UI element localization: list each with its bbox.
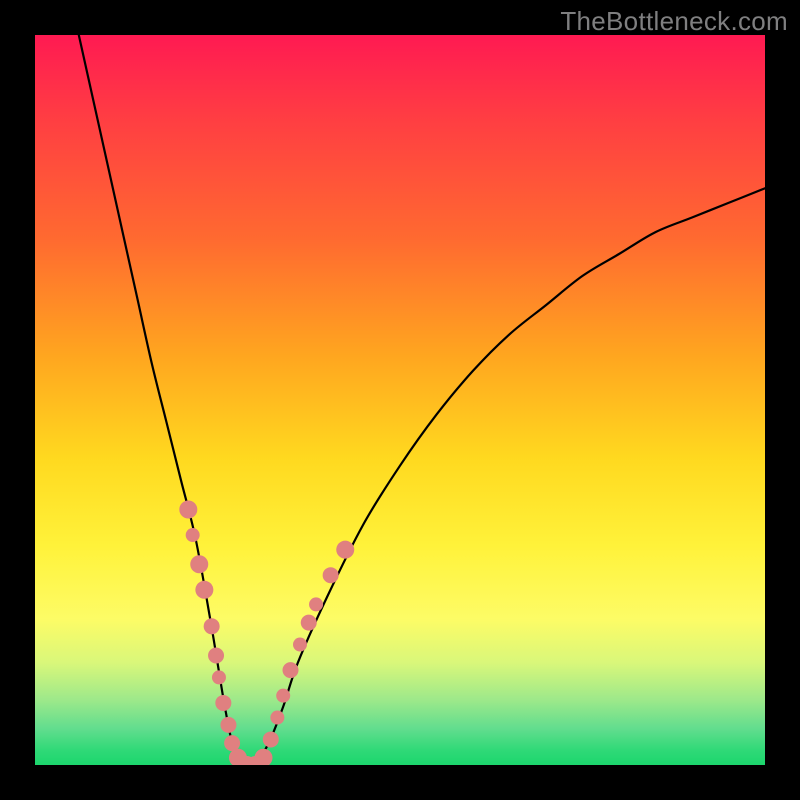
chart-frame: TheBottleneck.com: [0, 0, 800, 800]
data-marker: [204, 618, 220, 634]
data-marker: [215, 695, 231, 711]
bottleneck-curve: [79, 35, 765, 765]
data-marker: [254, 749, 272, 765]
data-marker: [276, 689, 290, 703]
data-marker: [220, 717, 236, 733]
data-marker: [208, 648, 224, 664]
data-marker: [336, 541, 354, 559]
data-marker: [224, 735, 240, 751]
data-marker: [323, 567, 339, 583]
data-marker: [190, 555, 208, 573]
data-marker: [283, 662, 299, 678]
data-marker: [195, 581, 213, 599]
data-marker: [263, 731, 279, 747]
data-marker: [212, 670, 226, 684]
chart-svg: [35, 35, 765, 765]
data-marker: [179, 501, 197, 519]
plot-area: [35, 35, 765, 765]
data-markers: [179, 501, 354, 766]
data-marker: [301, 615, 317, 631]
data-marker: [309, 597, 323, 611]
data-marker: [293, 638, 307, 652]
watermark-text: TheBottleneck.com: [560, 6, 788, 37]
data-marker: [270, 711, 284, 725]
data-marker: [186, 528, 200, 542]
